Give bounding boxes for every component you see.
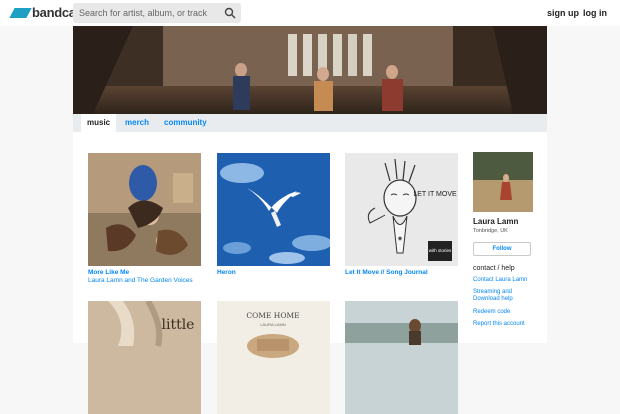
album-cover[interactable]: little	[88, 301, 201, 414]
album-item[interactable]: COME HOME LAURA LAMN	[217, 301, 330, 414]
log-in-link[interactable]: log in	[583, 8, 607, 18]
tab-bar: music merch community	[73, 114, 547, 132]
album-cover[interactable]: LET IT MOVE with stories	[345, 153, 458, 266]
album-item[interactable]	[345, 301, 458, 414]
music-grid: More Like Me Laura Lamn and The Garden V…	[73, 132, 547, 414]
contact-heading: contact / help	[473, 265, 515, 272]
tab-community[interactable]: community	[164, 118, 207, 127]
contact-artist-link[interactable]: Contact Laura Lamn	[473, 277, 533, 284]
album-cover[interactable]	[217, 153, 330, 266]
album-artist[interactable]: Laura Lamn and The Garden Voices	[88, 277, 201, 284]
artist-sidebar: Laura Lamn Tonbridge, UK Follow contact …	[473, 152, 533, 328]
album-item[interactable]: LET IT MOVE with stories Let It Move // …	[345, 153, 458, 276]
album-item[interactable]: Heron	[217, 153, 330, 276]
album-title[interactable]: Heron	[217, 269, 330, 276]
band-name: Laura Lamn	[473, 217, 519, 226]
report-account-link[interactable]: Report this account	[473, 321, 533, 328]
cover-text-come-home: COME HOME	[246, 311, 299, 320]
album-item[interactable]: little	[88, 301, 201, 414]
top-bar: bandcamp sign up log in	[0, 0, 620, 26]
album-title[interactable]: More Like Me	[88, 269, 201, 276]
album-title[interactable]: Let It Move // Song Journal	[345, 269, 458, 276]
artist-banner-image	[73, 26, 547, 114]
redeem-code-link[interactable]: Redeem code	[473, 309, 533, 316]
cover-text-let: LET IT MOVE	[413, 191, 457, 198]
cover-text-artist: LAURA LAMN	[260, 322, 285, 327]
album-cover[interactable]: COME HOME LAURA LAMN	[217, 301, 330, 414]
cover-text-little: little	[162, 317, 195, 333]
search-icon[interactable]	[224, 7, 236, 19]
streaming-help-link[interactable]: Streaming and Download help	[473, 289, 533, 303]
tab-music[interactable]: music	[81, 114, 117, 132]
bandcamp-logo-icon	[9, 7, 32, 18]
band-photo	[473, 152, 533, 212]
album-cover[interactable]	[88, 153, 201, 266]
search-input[interactable]	[79, 3, 221, 23]
sign-up-link[interactable]: sign up	[547, 8, 579, 18]
tab-merch[interactable]: merch	[125, 118, 149, 127]
follow-button[interactable]: Follow	[473, 242, 531, 256]
search-box	[73, 3, 241, 23]
cover-text-with-stories: with stories	[429, 248, 452, 253]
album-cover[interactable]	[345, 301, 458, 414]
band-location: Tonbridge, UK	[473, 228, 508, 234]
album-item[interactable]: More Like Me Laura Lamn and The Garden V…	[88, 153, 201, 284]
